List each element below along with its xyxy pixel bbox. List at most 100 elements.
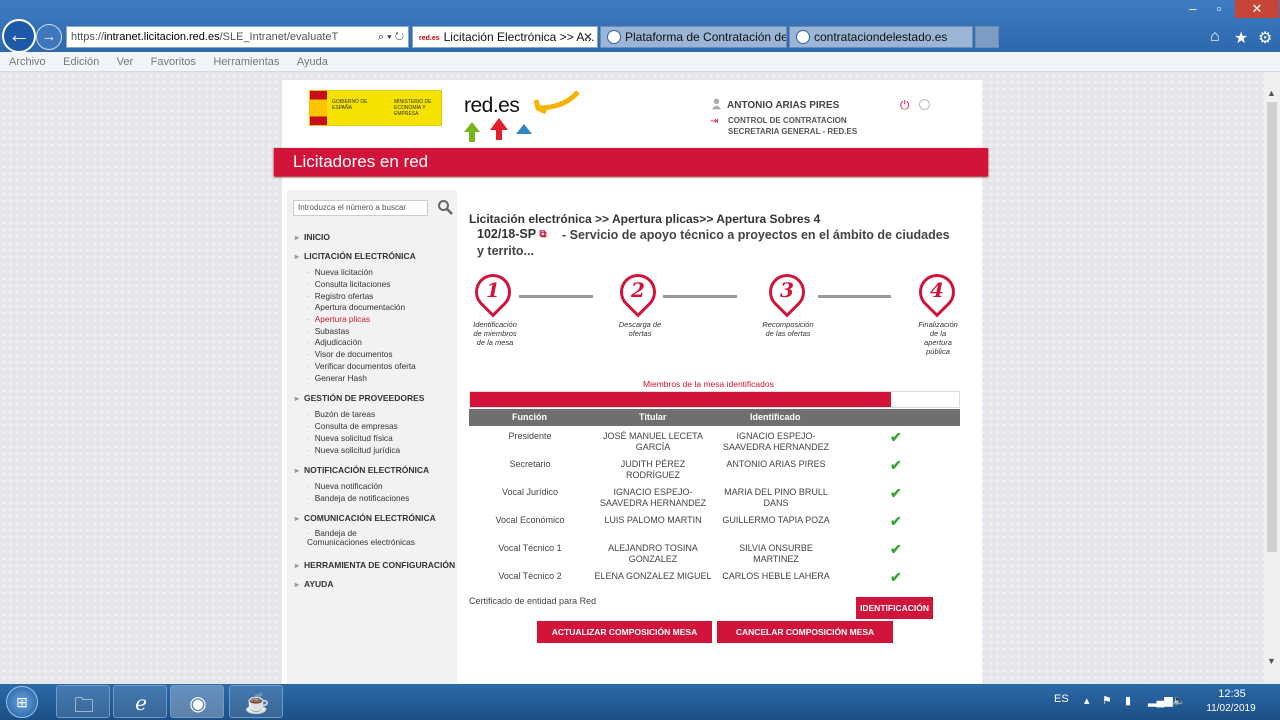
address-controls[interactable]: ⌕ ▾ ↻ [373,27,408,47]
identificacion-button[interactable]: IDENTIFICACIÓN [856,597,933,619]
clock-date[interactable]: 11/02/2019 [1198,703,1264,714]
cell-titular: JOSÉ MANUEL LECETA GARCÍA [602,431,704,452]
step-1: 1 [467,266,519,318]
maximize-icon[interactable]: ▫ [1206,0,1232,18]
step-number: 2 [631,278,645,302]
scroll-up-icon[interactable]: ▲ [1267,88,1276,98]
nav-herramienta-configuracion[interactable]: HERRAMIENTA DE CONFIGURACIÓN [295,560,455,570]
cell-funcion: Secretario [509,459,551,469]
menu-favoritos[interactable]: Favoritos [151,52,196,72]
scroll-thumb[interactable] [1267,102,1277,552]
taskbar-chrome[interactable]: ◉ [170,685,224,718]
taskbar-java[interactable]: ☕ [229,685,283,718]
cell-funcion: Vocal Técnico 1 [498,543,562,553]
spain-flag-icon [310,91,327,125]
language-indicator[interactable]: ES [1054,693,1069,705]
actualizar-composicion-button[interactable]: ACTUALIZAR COMPOSICIÓN MESA [537,621,712,643]
nav-adjudicacion[interactable]: Adjudicación [307,337,362,347]
search-input[interactable]: Introduzca el número a buscar [293,200,428,216]
nav-registro-ofertas[interactable]: Registro ofertas [307,291,374,301]
nav-apertura-documentacion[interactable]: Apertura documentación [307,302,405,312]
tab-label: Licitación Electrónica >> A... [443,30,595,44]
back-button[interactable]: ← [2,19,36,53]
address-prefix: https:// [71,31,105,43]
gov-text: GOBIERNO DE ESPAÑA [332,99,368,111]
volume-icon[interactable]: 🔈 [1172,694,1186,707]
address-bar[interactable]: https://intranet.licitacion.red.es/SLE_I… [66,26,409,48]
address-path: /SLE_Intranet/evaluateT [219,31,339,43]
header-identificado: Identificado [750,412,801,422]
cell-titular: IGNACIO ESPEJO-SAAVEDRA HERNANDEZ [599,487,707,508]
nav-inicio[interactable]: INICIO [295,232,330,242]
show-hidden-icons[interactable]: ▴ [1084,694,1090,707]
nav-nueva-notificacion[interactable]: Nueva notificación [307,481,383,491]
minimize-icon[interactable]: – [1180,0,1206,18]
section-title: Licitadores en red [293,152,429,171]
nav-solicitud-juridica[interactable]: Nueva solicitud jurídica [307,445,400,455]
cell-identificado: ANTONIO ARIAS PIRES [726,459,826,469]
taskbar-explorer[interactable]: 🗀 [56,685,110,718]
action-center-icon[interactable]: ⚑ [1102,694,1112,707]
nav-solicitud-fisica[interactable]: Nueva solicitud física [307,433,393,443]
nav-notificacion-electronica[interactable]: NOTIFICACIÓN ELECTRÓNICA [295,465,429,475]
cell-titular: ELENA GONZALEZ MIGUEL [594,571,712,581]
vertical-scrollbar[interactable]: ▲ ▼ [1264,72,1280,684]
government-logo: GOBIERNO DE ESPAÑA MINISTERIO DE ECONOMÍ… [309,90,442,126]
nav-generar-hash[interactable]: Generar Hash [307,373,367,383]
table-row: Vocal Técnico 2 ELENA GONZALEZ MIGUEL CA… [469,569,960,599]
tab-contratacion[interactable]: contrataciondelestado.es [789,26,973,48]
nav-licitacion-electronica[interactable]: LICITACIÓN ELECTRÓNICA [295,251,416,261]
step-4: 4 [911,266,963,318]
favorites-star-icon[interactable]: ★ [1234,28,1248,48]
cell-funcion: Presidente [508,431,552,441]
menu-ver[interactable]: Ver [117,52,134,72]
nav-comunicacion-electronica[interactable]: COMUNICACIÓN ELECTRÓNICA [295,513,436,523]
close-icon[interactable]: ✕ [1235,0,1279,18]
scroll-down-icon[interactable]: ▼ [1267,656,1276,666]
tab-plataforma[interactable]: Plataforma de Contratación de... [600,26,787,48]
nav-ayuda[interactable]: AYUDA [295,579,333,589]
network-icon[interactable]: ▂▄▆ [1148,694,1173,707]
check-icon: ✔ [890,457,902,473]
check-icon: ✔ [890,541,902,557]
nav-verificar-documentos[interactable]: Verificar documentos oferta [307,361,416,371]
nav-buzon-tareas[interactable]: Buzón de tareas [307,409,375,419]
menu-archivo[interactable]: Archivo [9,52,46,72]
site-favicon-icon [607,30,621,44]
cell-titular: ALEJANDRO TOSINA GONZALEZ [608,543,698,564]
nav-consulta-licitaciones[interactable]: Consulta licitaciones [307,279,391,289]
nav-subastas[interactable]: Subastas [307,326,350,336]
internet-explorer-icon: ℯ [135,693,147,715]
search-icon[interactable] [437,199,453,215]
step-number: 4 [930,278,944,302]
nav-bandeja-comunicaciones[interactable]: Bandeja de Comunicaciones electrónicas [307,529,417,547]
nav-visor-documentos[interactable]: Visor de documentos [307,349,393,359]
tab-close-icon[interactable]: ✕ [583,27,593,47]
menu-edicion[interactable]: Edición [63,52,99,72]
java-icon: ☕ [244,693,270,715]
taskbar-ie[interactable]: ℯ [113,685,167,718]
section-title-bar: Licitadores en red [274,148,988,176]
nav-nueva-licitacion[interactable]: Nueva licitación [307,267,373,277]
check-icon: ✔ [890,485,902,501]
progress-label: Miembros de la mesa identificados [643,379,774,389]
device-icon[interactable]: ▮ [1125,694,1131,707]
settings-gear-icon[interactable]: ⚙ [1258,28,1272,48]
cancelar-composicion-button[interactable]: CANCELAR COMPOSICIÓN MESA [717,621,893,643]
step-3: 3 [761,266,813,318]
redes-favicon-icon: red.es [419,35,440,42]
menu-herramientas[interactable]: Herramientas [213,52,279,72]
home-icon[interactable]: ⌂ [1210,28,1220,46]
new-tab-button[interactable] [975,26,999,48]
nav-apertura-plicas[interactable]: Apertura plicas [307,314,370,324]
nav-bandeja-notificaciones[interactable]: Bandeja de notificaciones [307,493,410,503]
tab-licitacion[interactable]: red.es Licitación Electrónica >> A... ✕ [412,26,598,48]
clock-time[interactable]: 12:35 [1212,688,1252,700]
nav-gestion-proveedores[interactable]: GESTIÓN DE PROVEEDORES [295,393,424,403]
step-number: 1 [486,278,500,302]
nav-consulta-empresas[interactable]: Consulta de empresas [307,421,398,431]
forward-button[interactable]: → [36,24,62,50]
start-button-icon[interactable]: ⊞ [6,686,38,718]
step-connector [519,295,593,298]
menu-ayuda[interactable]: Ayuda [297,52,328,72]
